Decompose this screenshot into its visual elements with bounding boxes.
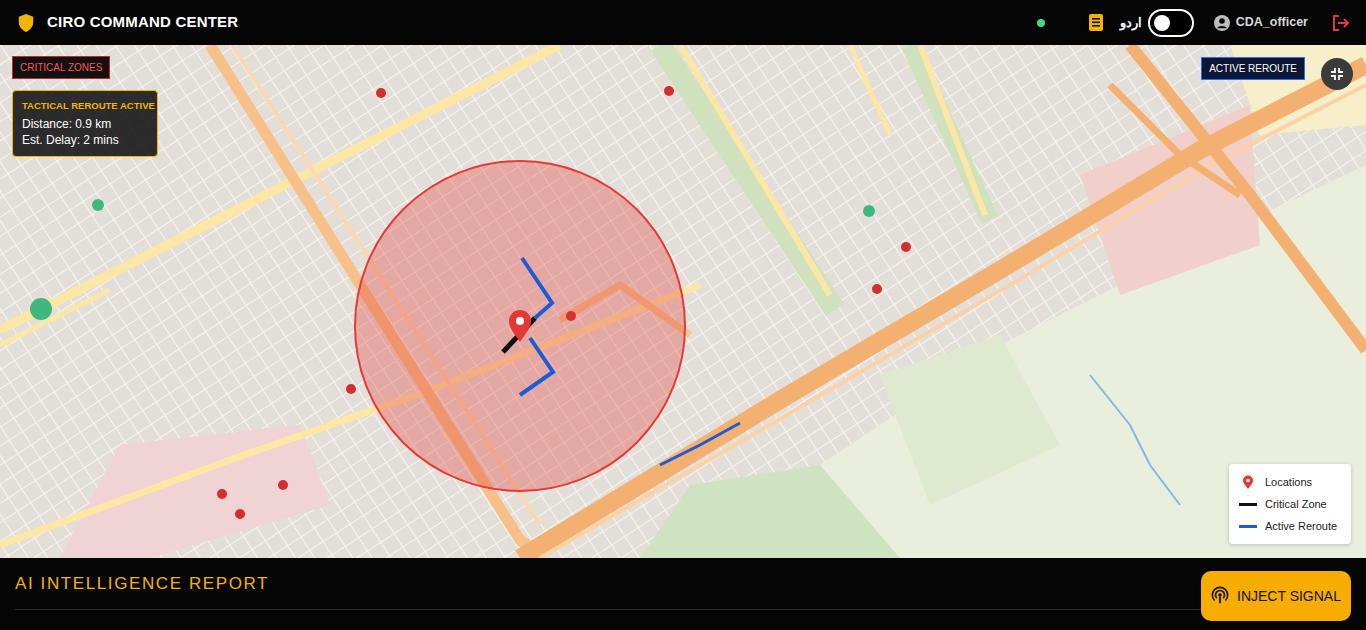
line-swatch (1239, 503, 1257, 506)
map[interactable]: CRITICAL ZONES TACTICAL REROUTE ACTIVE D… (0, 45, 1366, 558)
legend-item: Active Reroute (1239, 517, 1341, 535)
inject-label: INJECT SIGNAL (1237, 586, 1341, 607)
toggle-knob (1154, 15, 1170, 31)
report-panel: AI INTELLIGENCE REPORT (0, 558, 1366, 630)
shield-icon (17, 13, 35, 33)
app-title: CIRO COMMAND CENTER (47, 11, 238, 34)
logout-icon[interactable] (1331, 14, 1350, 32)
report-divider (15, 609, 1351, 610)
command-center: CIRO COMMAND CENTER اردو CDA_officer (0, 0, 1366, 630)
header-tools: اردو CDA_officer (1037, 9, 1350, 37)
legend-item: Locations (1239, 473, 1341, 491)
pin-icon (1239, 475, 1257, 489)
inject-signal-button[interactable]: INJECT SIGNAL (1201, 571, 1351, 621)
critical-zones-badge: CRITICAL ZONES (12, 56, 110, 79)
reroute-delay: Est. Delay: 2 mins (22, 132, 148, 148)
signal-icon (1211, 586, 1229, 606)
collapse-button[interactable] (1321, 58, 1353, 90)
reroute-title: TACTICAL REROUTE ACTIVE (22, 99, 148, 112)
language-toggle[interactable] (1148, 9, 1194, 37)
line-swatch (1239, 525, 1257, 528)
legend-item: Critical Zone (1239, 495, 1341, 513)
status-dot (1037, 19, 1045, 27)
report-title: AI INTELLIGENCE REPORT (15, 572, 1351, 596)
legend-label: Active Reroute (1265, 518, 1337, 535)
document-icon[interactable] (1088, 13, 1104, 32)
user-name: CDA_officer (1236, 13, 1308, 32)
user-icon (1214, 15, 1230, 31)
basemap (0, 45, 1366, 558)
language-label: اردو (1120, 13, 1142, 33)
top-bar: CIRO COMMAND CENTER اردو CDA_officer (0, 0, 1366, 45)
active-reroute-badge: ACTIVE REROUTE (1201, 57, 1305, 80)
collapse-icon (1330, 67, 1344, 81)
legend-label: Locations (1265, 474, 1312, 491)
reroute-card: TACTICAL REROUTE ACTIVE Distance: 0.9 km… (12, 90, 158, 157)
legend-label: Critical Zone (1265, 496, 1327, 513)
reroute-distance: Distance: 0.9 km (22, 116, 148, 132)
map-legend: Locations Critical Zone Active Reroute (1229, 464, 1351, 544)
